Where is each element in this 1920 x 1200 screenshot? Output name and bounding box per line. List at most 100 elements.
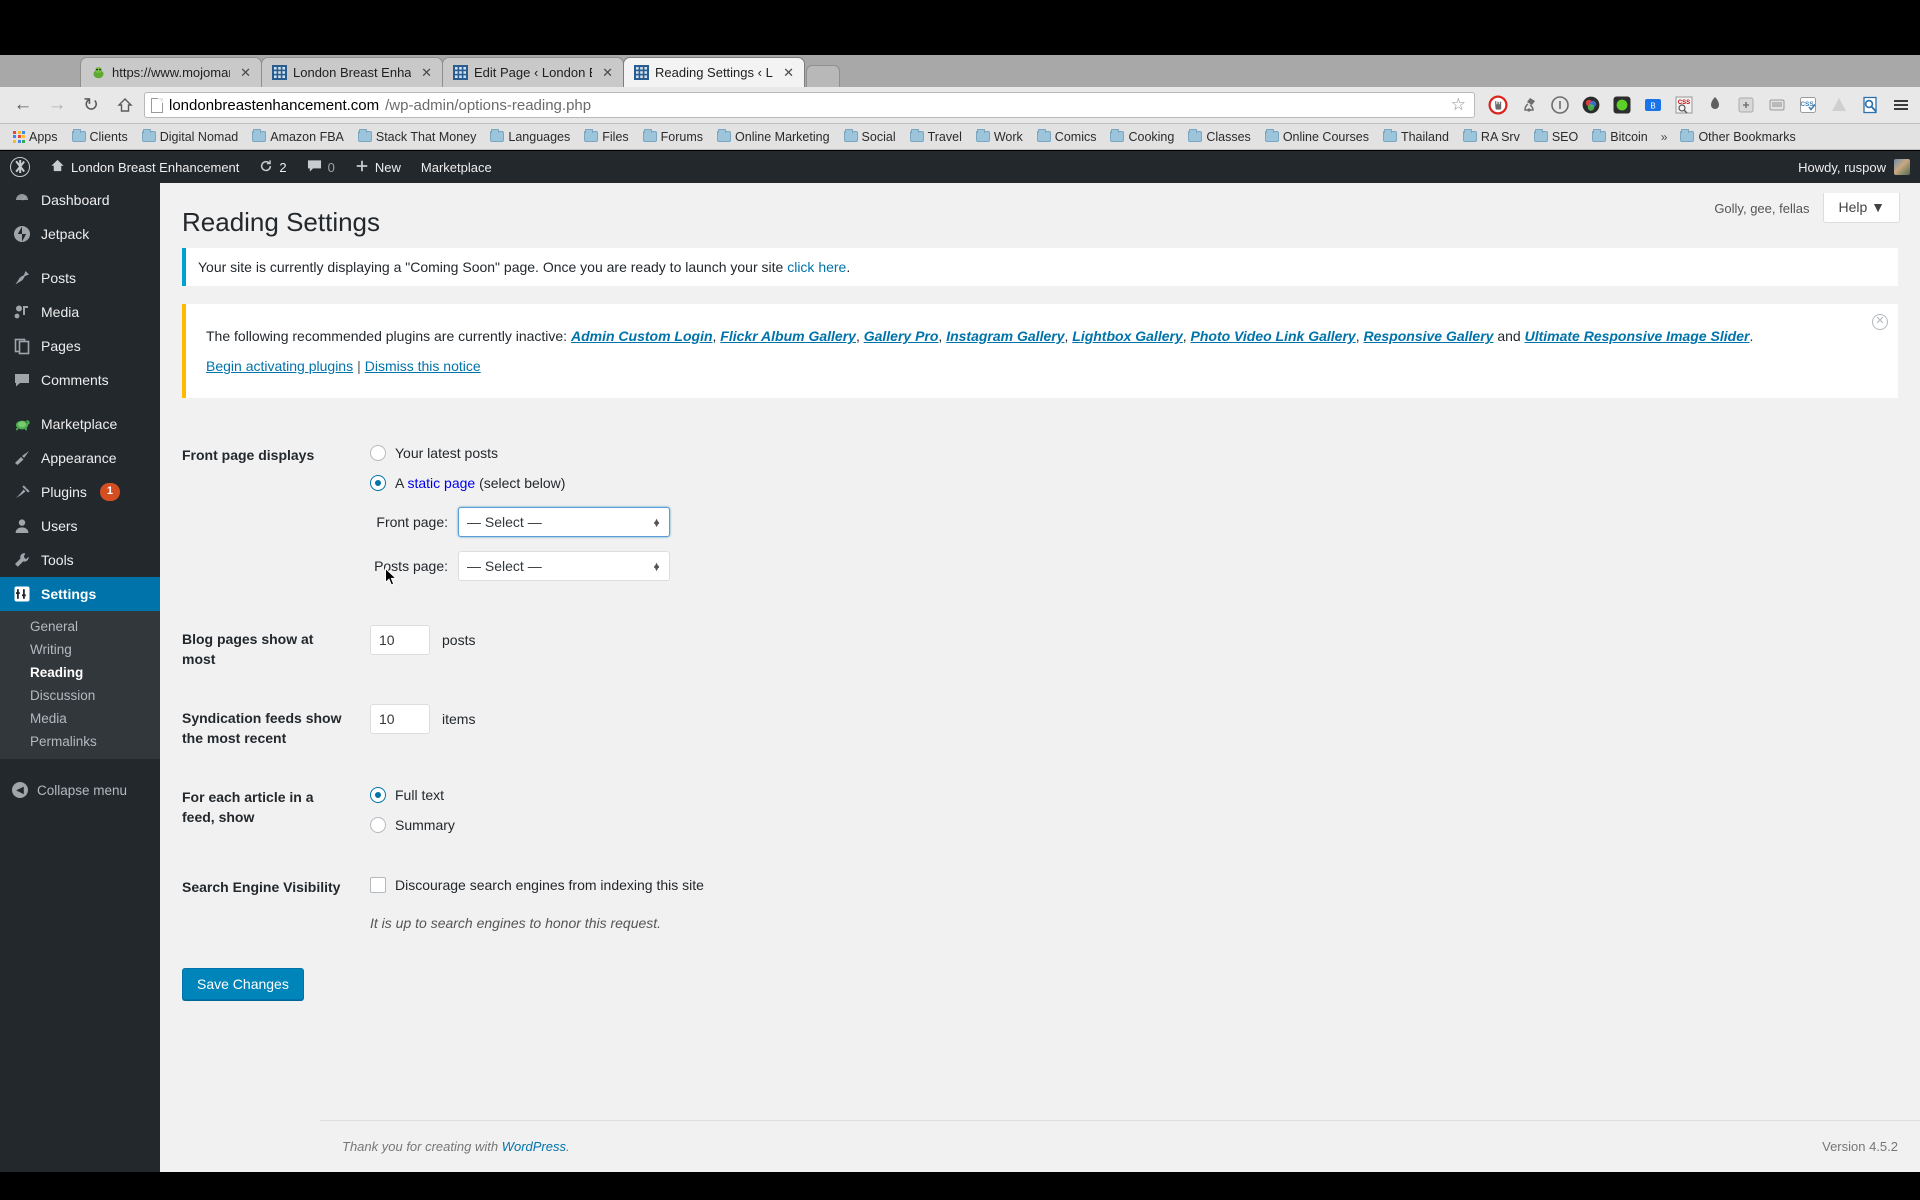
- wordpress-link[interactable]: WordPress: [502, 1139, 566, 1154]
- sidebar-item-jetpack[interactable]: Jetpack: [0, 217, 160, 251]
- bookmark-bitcoin[interactable]: Bitcoin: [1585, 126, 1655, 148]
- bookmark-clients[interactable]: Clients: [65, 126, 135, 148]
- close-icon[interactable]: ✕: [236, 65, 251, 81]
- home-icon[interactable]: [110, 91, 140, 119]
- bookmark-online-marketing[interactable]: Online Marketing: [710, 126, 837, 148]
- search-page-icon[interactable]: [1859, 94, 1881, 116]
- address-bar[interactable]: londonbreastenhancement.com/wp-admin/opt…: [144, 92, 1475, 118]
- bookmark-online-courses[interactable]: Online Courses: [1258, 126, 1376, 148]
- sidebar-item-dashboard[interactable]: Dashboard: [0, 183, 160, 217]
- bookmark-stack-that-money[interactable]: Stack That Money: [351, 126, 484, 148]
- submenu-item-reading[interactable]: Reading: [0, 661, 160, 684]
- browser-tab-2[interactable]: Edit Page ‹ London Breast ✕: [442, 57, 624, 87]
- bookmarks-overflow-button[interactable]: »: [1655, 130, 1674, 144]
- back-arrow-icon[interactable]: ←: [8, 91, 38, 119]
- begin-activating-plugins-link[interactable]: Begin activating plugins: [206, 358, 353, 374]
- browser-tab-0[interactable]: https://www.mojomarketpla ✕: [80, 57, 262, 87]
- bookmark-cooking[interactable]: Cooking: [1103, 126, 1181, 148]
- submenu-item-discussion[interactable]: Discussion: [0, 684, 160, 707]
- bookmark-social[interactable]: Social: [837, 126, 903, 148]
- checkbox-discourage-search-engines[interactable]: Discourage search engines from indexing …: [370, 873, 1910, 903]
- sidebar-item-marketplace[interactable]: Marketplace: [0, 407, 160, 441]
- bookmark-thailand[interactable]: Thailand: [1376, 126, 1456, 148]
- plugin-link-photo-video-link-gallery[interactable]: Photo Video Link Gallery: [1191, 328, 1356, 344]
- plugin-link-instagram-gallery[interactable]: Instagram Gallery: [946, 328, 1064, 344]
- account-menu[interactable]: Howdy, ruspow: [1798, 159, 1920, 175]
- sidebar-item-posts[interactable]: Posts: [0, 261, 160, 295]
- bookmark-star-icon[interactable]: ☆: [1451, 95, 1468, 115]
- sidebar-item-plugins[interactable]: Plugins 1: [0, 475, 160, 509]
- close-icon[interactable]: ✕: [779, 65, 794, 81]
- plugin-link-gallery-pro[interactable]: Gallery Pro: [864, 328, 939, 344]
- new-content-menu[interactable]: New: [345, 151, 411, 183]
- radio-summary-input[interactable]: [370, 817, 386, 834]
- css-viewer-icon[interactable]: CSS: [1673, 94, 1695, 116]
- radio-static-page-input[interactable]: [370, 475, 386, 491]
- close-icon[interactable]: ✕: [417, 65, 432, 81]
- radio-summary[interactable]: Summary: [370, 813, 1910, 843]
- radio-your-latest-posts[interactable]: Your latest posts: [370, 441, 1910, 471]
- comments-menu[interactable]: 0: [297, 151, 345, 183]
- forward-arrow-icon[interactable]: →: [42, 91, 72, 119]
- bookmark-other-bookmarks[interactable]: Other Bookmarks: [1673, 126, 1802, 148]
- submenu-item-media[interactable]: Media: [0, 707, 160, 730]
- help-tab-button[interactable]: Help ▼: [1823, 193, 1900, 223]
- plugin-link-responsive-gallery[interactable]: Responsive Gallery: [1363, 328, 1493, 344]
- bookmark-comics[interactable]: Comics: [1030, 126, 1104, 148]
- firebug-icon[interactable]: [1704, 94, 1726, 116]
- radio-a-static-page[interactable]: A static page (select below): [370, 471, 1910, 501]
- screenshot-icon[interactable]: [1766, 94, 1788, 116]
- coming-soon-click-here-link[interactable]: click here: [787, 259, 846, 275]
- drive-icon[interactable]: [1828, 94, 1850, 116]
- close-circle-icon[interactable]: ✕: [1872, 314, 1888, 330]
- plugin-link-ultimate-responsive-image-slider[interactable]: Ultimate Responsive Image Slider: [1525, 328, 1750, 344]
- syndication-input[interactable]: 10: [370, 704, 430, 735]
- plugin-link-admin-custom-login[interactable]: Admin Custom Login: [571, 328, 713, 344]
- bookmark-files[interactable]: Files: [577, 126, 635, 148]
- bookmark-seo[interactable]: SEO: [1527, 126, 1585, 148]
- bookmark-travel[interactable]: Travel: [903, 126, 969, 148]
- bookmark-languages[interactable]: Languages: [483, 126, 577, 148]
- dismiss-this-notice-link[interactable]: Dismiss this notice: [365, 358, 481, 374]
- bookmark-amazon-fba[interactable]: Amazon FBA: [245, 126, 351, 148]
- sidebar-item-pages[interactable]: Pages: [0, 329, 160, 363]
- browser-tab-3[interactable]: Reading Settings ‹ London ✕: [623, 57, 805, 87]
- colorzilla-icon[interactable]: [1580, 94, 1602, 116]
- radio-full-text[interactable]: Full text: [370, 783, 1910, 813]
- sidebar-item-tools[interactable]: Tools: [0, 543, 160, 577]
- discourage-search-engines-checkbox[interactable]: [370, 877, 386, 894]
- plugin-link-flickr-album-gallery[interactable]: Flickr Album Gallery: [720, 328, 856, 344]
- poshmark-lamp-icon[interactable]: [1518, 94, 1540, 116]
- collapse-menu-button[interactable]: ◀ Collapse menu: [0, 773, 160, 807]
- wp-logo-menu[interactable]: [0, 151, 40, 183]
- green-dot-icon[interactable]: [1611, 94, 1633, 116]
- browser-tab-1[interactable]: London Breast Enhanceme ✕: [261, 57, 443, 87]
- bookmark-apps[interactable]: Apps: [6, 126, 65, 148]
- plugin-link-lightbox-gallery[interactable]: Lightbox Gallery: [1072, 328, 1182, 344]
- bookmark-forums[interactable]: Forums: [636, 126, 710, 148]
- front-page-select[interactable]: — Select — ▲ ▼: [458, 507, 670, 537]
- new-tab-button[interactable]: [806, 65, 840, 87]
- info-circle-icon[interactable]: [1549, 94, 1571, 116]
- css-icon[interactable]: CSS: [1797, 94, 1819, 116]
- close-icon[interactable]: ✕: [598, 65, 613, 81]
- reload-icon[interactable]: ↻: [76, 91, 106, 119]
- site-name-menu[interactable]: London Breast Enhancement: [40, 151, 249, 183]
- sidebar-item-users[interactable]: Users: [0, 509, 160, 543]
- chrome-menu-icon[interactable]: [1890, 94, 1912, 116]
- save-changes-button[interactable]: Save Changes: [182, 968, 304, 1001]
- sidebar-item-settings[interactable]: Settings: [0, 577, 160, 611]
- submenu-item-writing[interactable]: Writing: [0, 638, 160, 661]
- blue-tag-icon[interactable]: B: [1642, 94, 1664, 116]
- sidebar-item-appearance[interactable]: Appearance: [0, 441, 160, 475]
- grammarly-icon[interactable]: [1735, 94, 1757, 116]
- radio-latest-posts-input[interactable]: [370, 445, 386, 461]
- submenu-item-permalinks[interactable]: Permalinks: [0, 730, 160, 753]
- marketplace-menu[interactable]: Marketplace: [411, 151, 502, 183]
- sidebar-item-media[interactable]: Media: [0, 295, 160, 329]
- bookmark-digital-nomad[interactable]: Digital Nomad: [135, 126, 246, 148]
- static-page-link[interactable]: static page: [407, 475, 475, 491]
- blog-pages-input[interactable]: 10: [370, 625, 430, 655]
- bookmark-classes[interactable]: Classes: [1181, 126, 1257, 148]
- updates-menu[interactable]: 2: [249, 151, 296, 183]
